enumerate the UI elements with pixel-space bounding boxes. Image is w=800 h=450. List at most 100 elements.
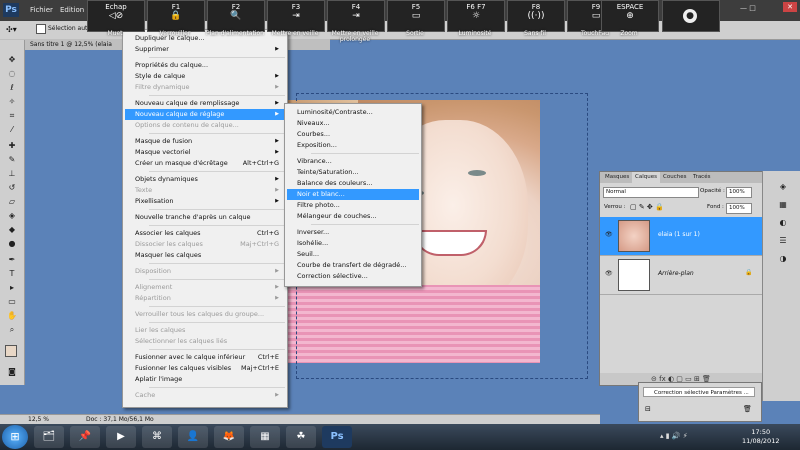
menu-item[interactable]: Filtre photo... [287, 200, 419, 211]
menu-item[interactable]: Inverser... [287, 227, 419, 238]
menu-item[interactable]: Objets dynamiques ▶ [125, 174, 285, 185]
menu-item[interactable]: Sélectionner les calques liés [125, 336, 285, 347]
fkey-4[interactable]: F4 ⇥ [327, 0, 385, 32]
magic-wand-icon[interactable]: ✧ [4, 96, 20, 108]
healing-brush-icon[interactable]: ✚ [4, 140, 20, 152]
menu-item[interactable]: Fusionner avec le calque inférieur Ctrl+E [125, 352, 285, 363]
menu-item[interactable]: Filtre dynamique ▶ [125, 82, 285, 93]
window-close-button[interactable]: ✕ [783, 2, 797, 12]
adjustments-panel-icon[interactable]: ☰ [775, 235, 791, 247]
layer-row-elaia[interactable]: 👁 elaia (1 sur 1) [600, 217, 762, 256]
styles-panel-icon[interactable]: ◐ [775, 217, 791, 229]
taskbar-item-6[interactable]: ▦ [250, 426, 280, 448]
menu-item[interactable]: Correction sélective... [287, 271, 419, 282]
menu-item[interactable]: Balance des couleurs... [287, 178, 419, 189]
pen-tool-icon[interactable]: ✒ [4, 254, 20, 266]
trash-icon[interactable]: 🗑 [743, 405, 752, 413]
menu-item[interactable]: Exposition... [287, 140, 419, 151]
history-brush-icon[interactable]: ↺ [4, 182, 20, 194]
menu-item[interactable]: Niveaux... [287, 118, 419, 129]
menu-item[interactable]: Mélangeur de couches... [287, 211, 419, 222]
tab-3[interactable]: Tracés [690, 172, 713, 183]
history-item[interactable]: Correction sélective Paramètres ... [643, 387, 755, 397]
fkey-6[interactable]: F6 F7 ☼ [447, 0, 505, 32]
lock-icons[interactable]: ▢ ✎ ✥ 🔒 [630, 203, 664, 211]
menu-item[interactable]: Vibrance... [287, 156, 419, 167]
menu-item[interactable]: Seuil... [287, 249, 419, 260]
blend-mode-select[interactable]: Normal [603, 187, 699, 198]
layer-row-background[interactable]: 👁 Arrière-plan 🔒 [600, 256, 762, 295]
masks-panel-icon[interactable]: ◑ [775, 253, 791, 265]
dodge-tool-icon[interactable]: ● [4, 238, 20, 250]
move-tool-icon[interactable]: ✣▾ [6, 25, 17, 34]
fkey-0[interactable]: Echap ◁⊘ [87, 0, 145, 32]
type-tool-icon[interactable]: T [4, 268, 20, 280]
menu-item[interactable]: Style de calque ▶ [125, 71, 285, 82]
eyedropper-icon[interactable]: ⁄ [4, 124, 20, 136]
menu-item[interactable]: Options de contenu de calque... [125, 120, 285, 131]
menu-item[interactable]: Cache ▶ [125, 390, 285, 401]
menu-item[interactable]: Nouveau calque de réglage ▶ [125, 109, 285, 120]
menu-item[interactable]: Créer un masque d'écrêtage Alt+Ctrl+G [125, 158, 285, 169]
visibility-eye-icon[interactable]: 👁 [605, 270, 613, 277]
menu-item[interactable]: Luminosité/Contraste... [287, 107, 419, 118]
clone-stamp-icon[interactable]: ⊥ [4, 168, 20, 180]
menu-item[interactable]: Masque de fusion ▶ [125, 136, 285, 147]
menu-item[interactable]: Pixellisation ▶ [125, 196, 285, 207]
menu-item[interactable]: Verrouiller tous les calques du groupe..… [125, 309, 285, 320]
fkey-5[interactable]: F5 ▭ [387, 0, 445, 32]
menu-item[interactable]: Dissocier les calques Maj+Ctrl+G [125, 239, 285, 250]
opacity-input[interactable]: 100% [726, 187, 752, 198]
color-panel-icon[interactable]: ◈ [775, 181, 791, 193]
system-clock[interactable]: 17:50 11/08/2012 [742, 428, 779, 446]
fkey-9[interactable]: ESPACE ⊕ [601, 0, 659, 32]
path-select-icon[interactable]: ▸ [4, 282, 20, 294]
user-account-key[interactable]: ● [662, 0, 720, 32]
menu-edition[interactable]: Edition [60, 6, 84, 14]
taskbar-item-1[interactable]: 📌 [70, 426, 100, 448]
layer-name[interactable]: elaia (1 sur 1) [658, 231, 700, 238]
menu-item[interactable]: Fusionner les calques visibles Maj+Ctrl+E [125, 363, 285, 374]
marquee-tool-icon[interactable]: ◌ [4, 68, 20, 80]
menu-item[interactable]: Noir et blanc... [287, 189, 419, 200]
menu-item[interactable]: Courbes... [287, 129, 419, 140]
taskbar-item-3[interactable]: ⌘ [142, 426, 172, 448]
menu-item[interactable]: Teinte/Saturation... [287, 167, 419, 178]
menu-item[interactable]: Nouveau calque de remplissage ▶ [125, 98, 285, 109]
fkey-2[interactable]: F2 🔍 [207, 0, 265, 32]
swatches-panel-icon[interactable]: ▦ [775, 199, 791, 211]
taskbar-item-5[interactable]: 🦊 [214, 426, 244, 448]
menu-item[interactable]: Aplatir l'image [125, 374, 285, 385]
zoom-tool-icon[interactable]: ⌕ [4, 324, 20, 336]
menu-item[interactable]: Courbe de transfert de dégradé... [287, 260, 419, 271]
history-actions-icons[interactable]: ⊟ [645, 405, 651, 413]
menu-item[interactable]: Masquer les calques [125, 250, 285, 261]
menu-item[interactable]: Propriétés du calque... [125, 60, 285, 71]
layer-name[interactable]: Arrière-plan [658, 270, 694, 277]
menu-item[interactable]: Associer les calques Ctrl+G [125, 228, 285, 239]
menu-item[interactable]: Supprimer ▶ [125, 44, 285, 55]
taskbar-item-7[interactable]: ☘ [286, 426, 316, 448]
crop-tool-icon[interactable]: ⌗ [4, 110, 20, 122]
window-controls[interactable]: — □ [740, 4, 756, 12]
menu-item[interactable]: Alignement ▶ [125, 282, 285, 293]
tab-0[interactable]: Masques [602, 172, 632, 183]
tab-1[interactable]: Calques [632, 172, 660, 183]
hand-tool-icon[interactable]: ✋ [4, 310, 20, 322]
taskbar-item-8[interactable]: Ps [322, 426, 352, 448]
tab-2[interactable]: Couches [660, 172, 689, 183]
quick-mask-icon[interactable]: ◙ [4, 366, 20, 378]
menu-item[interactable]: Répartition ▶ [125, 293, 285, 304]
tray-icons[interactable]: ▴ ▮ 🔊 ⚡ [660, 432, 688, 440]
start-button-icon[interactable]: ⊞ [2, 425, 28, 449]
taskbar-item-4[interactable]: 👤 [178, 426, 208, 448]
paint-bucket-icon[interactable]: ◈ [4, 210, 20, 222]
menu-item[interactable]: Nouvelle tranche d'après un calque [125, 212, 285, 223]
menu-item[interactable]: Masque vectoriel ▶ [125, 147, 285, 158]
fkey-7[interactable]: F8 ((·)) [507, 0, 565, 32]
shape-tool-icon[interactable]: ▭ [4, 296, 20, 308]
fkey-3[interactable]: F3 ⇥ [267, 0, 325, 32]
foreground-color-swatch[interactable] [5, 345, 17, 357]
menu-item[interactable]: Lier les calques [125, 325, 285, 336]
eraser-tool-icon[interactable]: ▱ [4, 196, 20, 208]
